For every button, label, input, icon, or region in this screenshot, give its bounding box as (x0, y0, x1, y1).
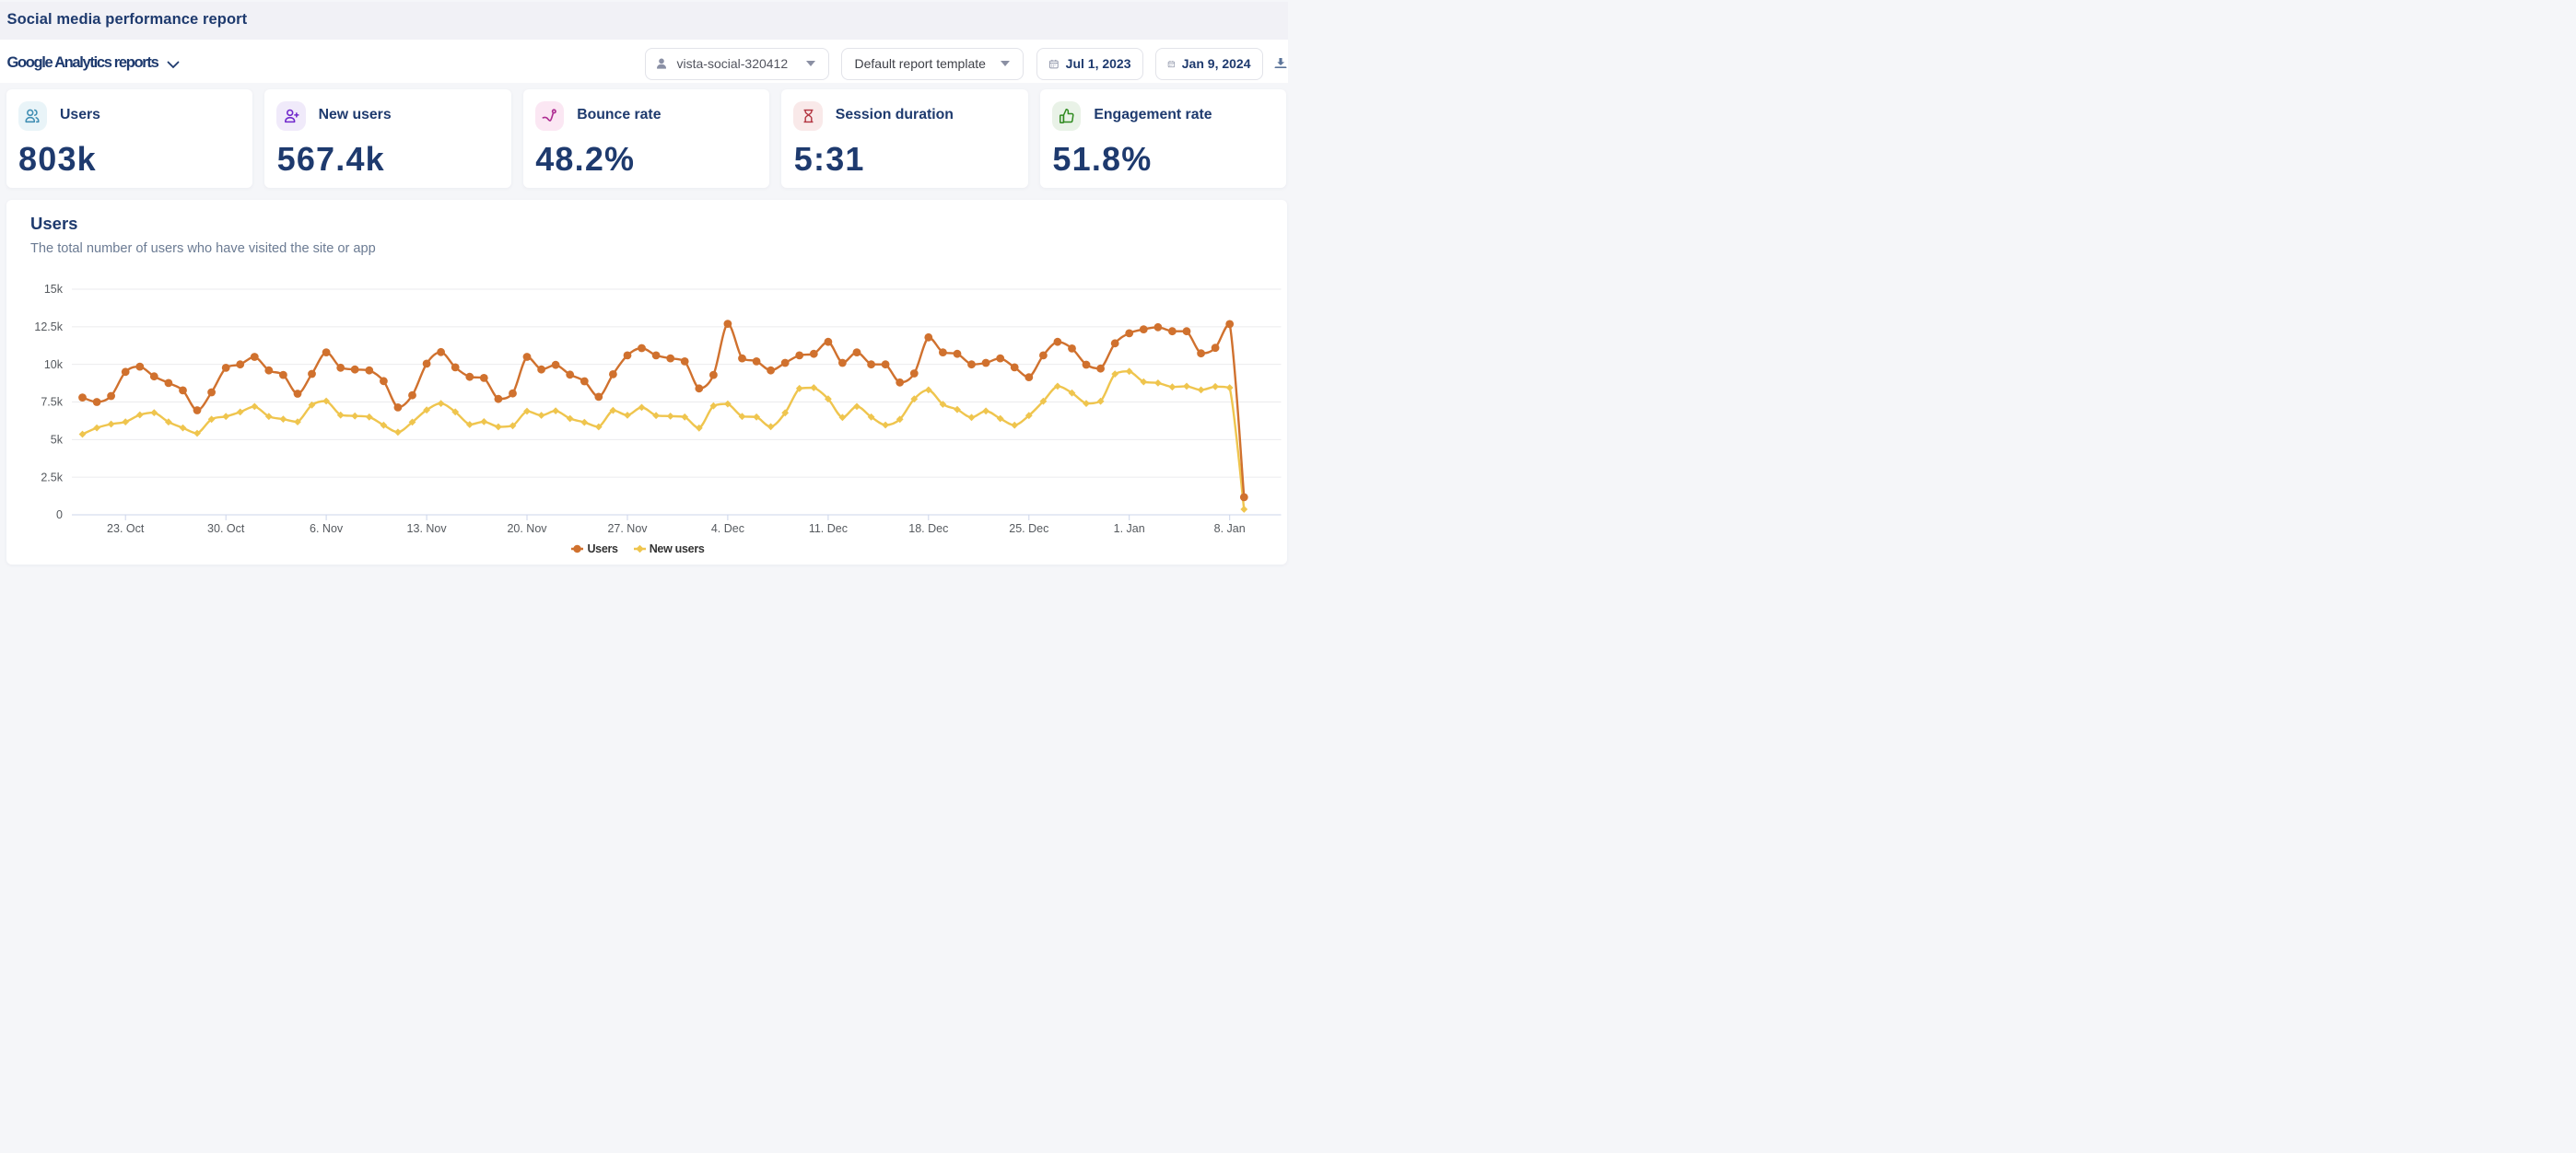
svg-text:8. Jan: 8. Jan (1213, 522, 1245, 535)
svg-text:1. Jan: 1. Jan (1113, 522, 1144, 535)
svg-text:18. Dec: 18. Dec (908, 522, 948, 535)
svg-text:13. Nov: 13. Nov (406, 522, 447, 535)
svg-text:4. Dec: 4. Dec (710, 522, 744, 535)
svg-text:5k: 5k (50, 434, 63, 447)
svg-text:7.5k: 7.5k (41, 396, 63, 409)
svg-text:0: 0 (56, 508, 63, 521)
svg-text:23. Oct: 23. Oct (107, 522, 145, 535)
svg-text:10k: 10k (43, 358, 63, 371)
svg-text:20. Nov: 20. Nov (507, 522, 547, 535)
svg-text:12.5k: 12.5k (34, 320, 63, 333)
svg-text:27. Nov: 27. Nov (607, 522, 648, 535)
svg-text:15k: 15k (43, 283, 63, 296)
svg-text:6. Nov: 6. Nov (310, 522, 344, 535)
svg-text:25. Dec: 25. Dec (1009, 522, 1048, 535)
svg-text:30. Oct: 30. Oct (207, 522, 245, 535)
svg-text:2.5k: 2.5k (41, 471, 63, 483)
svg-text:11. Dec: 11. Dec (808, 522, 847, 535)
